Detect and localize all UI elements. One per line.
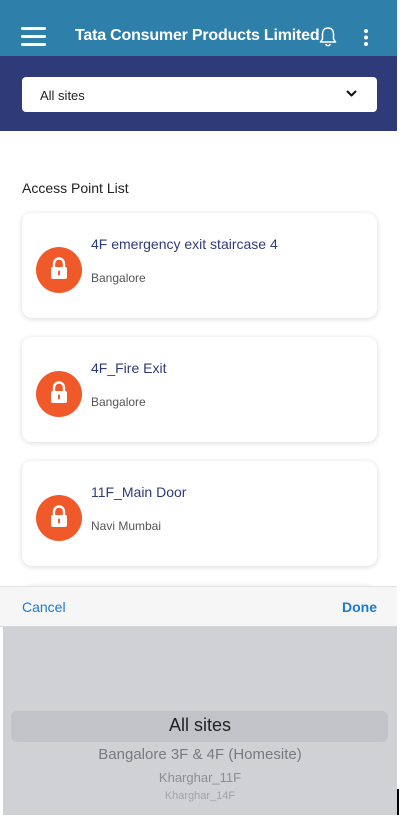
access-point-card[interactable]: 4F emergency exit staircase 4 Bangalore [22,213,377,318]
access-point-location: Bangalore [91,271,146,285]
site-picker-wheel[interactable]: All sites Bangalore 3F & 4F (Homesite) K… [3,627,397,815]
access-point-location: Navi Mumbai [91,519,162,533]
chevron-down-icon [346,90,357,97]
picker-toolbar: Cancel Done [0,586,397,627]
picker-option-selected[interactable]: All sites [3,715,397,736]
done-button[interactable]: Done [342,599,377,615]
screen: Tata Consumer Products Limited All sites… [0,0,403,818]
lock-icon [36,371,82,417]
site-select-value: All sites [40,88,85,103]
lock-icon [36,247,82,293]
edge-divider [397,789,399,815]
access-point-location: Bangalore [91,395,146,409]
access-point-list-heading: Access Point List [22,180,129,196]
cancel-button[interactable]: Cancel [22,599,66,615]
picker-option[interactable]: Kharghar_14F [3,790,397,802]
access-point-card[interactable]: 4F_Fire Exit Bangalore [22,337,377,442]
kebab-icon[interactable] [360,28,372,48]
access-point-name: 4F_Fire Exit [91,360,167,376]
picker-option[interactable]: Kharghar_11F [3,770,397,785]
lock-icon [36,495,82,541]
picker-option[interactable]: Bangalore 3F & 4F (Homesite) [3,746,397,763]
site-selector-band: All sites [0,56,397,131]
access-point-name: 11F_Main Door [91,484,187,500]
site-select[interactable]: All sites [22,77,377,112]
menu-icon[interactable] [21,27,46,47]
access-point-name: 4F emergency exit staircase 4 [91,236,278,252]
app-title: Tata Consumer Products Limited [75,27,320,44]
access-point-card[interactable]: 11F_Main Door Navi Mumbai [22,461,377,566]
bell-icon[interactable] [318,26,338,48]
